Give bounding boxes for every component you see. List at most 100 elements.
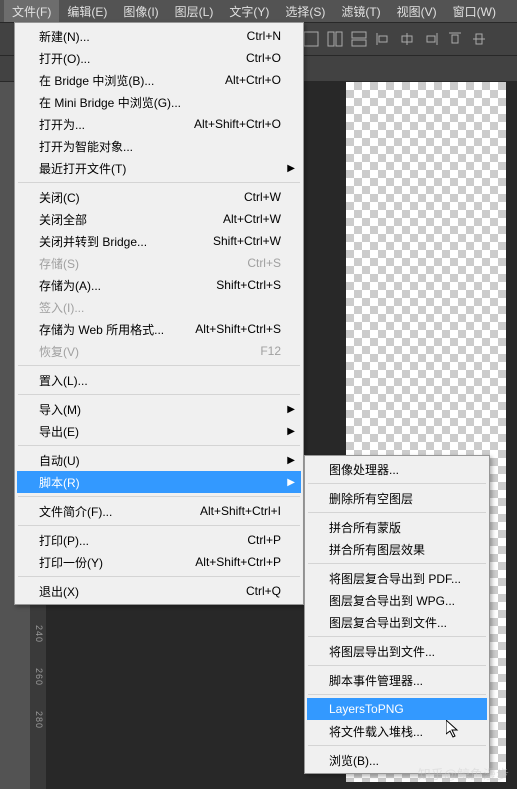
menu-item-label: 关闭全部 <box>39 211 223 228</box>
menu-separator <box>18 496 300 497</box>
scripts_menu-item[interactable]: 删除所有空图层 <box>307 487 487 509</box>
file_menu-item: 恢复(V)F12 <box>17 340 301 362</box>
file_menu-item[interactable]: 在 Mini Bridge 中浏览(G)... <box>17 91 301 113</box>
arrange-icon-2[interactable] <box>324 28 346 50</box>
file_menu-item[interactable]: 导入(M)▶ <box>17 398 301 420</box>
file_menu-item[interactable]: 打开为智能对象... <box>17 135 301 157</box>
menu-item-shortcut: Ctrl+P <box>247 533 281 547</box>
menu-item-label: 关闭(C) <box>39 189 244 206</box>
submenu-arrow-icon: ▶ <box>287 163 295 174</box>
menu-item-label: 在 Bridge 中浏览(B)... <box>39 72 225 89</box>
menu-item-label: 打印一份(Y) <box>39 554 195 571</box>
arrange-icon-3[interactable] <box>348 28 370 50</box>
submenu-arrow-icon: ▶ <box>287 426 295 437</box>
menu-separator <box>308 665 486 666</box>
menu-item-label: 打印(P)... <box>39 532 247 549</box>
menu-separator <box>308 636 486 637</box>
file_menu-item[interactable]: 打开(O)...Ctrl+O <box>17 47 301 69</box>
scripts_menu-item[interactable]: LayersToPNG <box>307 698 487 720</box>
menu-item-label: 文件简介(F)... <box>39 503 200 520</box>
menu-item-shortcut: Alt+Ctrl+W <box>223 212 281 226</box>
align-middle-icon[interactable] <box>468 28 490 50</box>
scripts_menu-item[interactable]: 图层复合导出到 WPG... <box>307 589 487 611</box>
menu-item-shortcut: F12 <box>260 344 281 358</box>
menu-item-shortcut: Ctrl+S <box>247 256 281 270</box>
file_menu-item[interactable]: 存储为(A)...Shift+Ctrl+S <box>17 274 301 296</box>
file_menu-item[interactable]: 打印(P)...Ctrl+P <box>17 529 301 551</box>
menu-item-label: 打开为智能对象... <box>39 138 281 155</box>
scripts_menu-item[interactable]: 图层复合导出到文件... <box>307 611 487 633</box>
menu-item-shortcut: Ctrl+O <box>246 51 281 65</box>
menu-layer[interactable]: 图层(L) <box>167 0 222 23</box>
menu-item-label: 图层复合导出到 WPG... <box>329 592 467 609</box>
ruler-tick: 280 <box>34 711 44 729</box>
align-center-icon[interactable] <box>396 28 418 50</box>
file_menu-item[interactable]: 置入(L)... <box>17 369 301 391</box>
file_menu-item[interactable]: 退出(X)Ctrl+Q <box>17 580 301 602</box>
ruler-tick: 260 <box>34 668 44 686</box>
file_menu-item[interactable]: 打开为...Alt+Shift+Ctrl+O <box>17 113 301 135</box>
menu-item-label: 最近打开文件(T) <box>39 160 281 177</box>
file_menu-item[interactable]: 关闭全部Alt+Ctrl+W <box>17 208 301 230</box>
scripts_menu-item[interactable]: 拼合所有图层效果 <box>307 538 487 560</box>
watermark: 知乎@鲸鱼漫步 <box>418 764 509 783</box>
file_menu-item[interactable]: 新建(N)...Ctrl+N <box>17 25 301 47</box>
ruler-tick: 240 <box>34 625 44 643</box>
menu-item-label: 脚本(R) <box>39 474 281 491</box>
scripts_menu-item[interactable]: 将图层复合导出到 PDF... <box>307 567 487 589</box>
align-right-icon[interactable] <box>420 28 442 50</box>
menu-separator <box>308 512 486 513</box>
menu-item-label: 拼合所有蒙版 <box>329 519 467 536</box>
menu-image[interactable]: 图像(I) <box>115 0 166 23</box>
menu-separator <box>308 563 486 564</box>
submenu-arrow-icon: ▶ <box>287 404 295 415</box>
scripts_menu-item[interactable]: 将文件载入堆栈... <box>307 720 487 742</box>
menu-item-label: 将文件载入堆栈... <box>329 723 467 740</box>
align-left-icon[interactable] <box>372 28 394 50</box>
menu-item-label: 图层复合导出到文件... <box>329 614 467 631</box>
menu-item-label: 恢复(V) <box>39 343 260 360</box>
menu-item-label: 打开为... <box>39 116 194 133</box>
menu-item-shortcut: Ctrl+Q <box>246 584 281 598</box>
menu-item-label: 存储为 Web 所用格式... <box>39 321 195 338</box>
scripts_menu-item[interactable]: 将图层导出到文件... <box>307 640 487 662</box>
file_menu-item[interactable]: 关闭并转到 Bridge...Shift+Ctrl+W <box>17 230 301 252</box>
menu-item-shortcut: Shift+Ctrl+S <box>216 278 281 292</box>
menu-separator <box>18 394 300 395</box>
menu-item-label: 自动(U) <box>39 452 281 469</box>
menu-item-label: 签入(I)... <box>39 299 281 316</box>
menubar: 文件(F) 编辑(E) 图像(I) 图层(L) 文字(Y) 选择(S) 滤镜(T… <box>0 0 517 22</box>
file_menu-item[interactable]: 自动(U)▶ <box>17 449 301 471</box>
menu-item-shortcut: Alt+Shift+Ctrl+O <box>194 117 281 131</box>
scripts_menu-item[interactable]: 脚本事件管理器... <box>307 669 487 691</box>
menu-item-label: LayersToPNG <box>329 702 467 716</box>
scripts_menu-item[interactable]: 图像处理器... <box>307 458 487 480</box>
menu-item-shortcut: Ctrl+W <box>244 190 281 204</box>
menu-item-label: 将图层复合导出到 PDF... <box>329 570 467 587</box>
menu-file[interactable]: 文件(F) <box>4 0 59 23</box>
menu-window[interactable]: 窗口(W) <box>445 0 504 23</box>
file_menu-item[interactable]: 打印一份(Y)Alt+Shift+Ctrl+P <box>17 551 301 573</box>
menu-separator <box>308 483 486 484</box>
menu-view[interactable]: 视图(V) <box>389 0 445 23</box>
menu-item-label: 将图层导出到文件... <box>329 643 467 660</box>
menu-item-label: 脚本事件管理器... <box>329 672 467 689</box>
file_menu-item[interactable]: 导出(E)▶ <box>17 420 301 442</box>
menu-edit[interactable]: 编辑(E) <box>59 0 115 23</box>
menu-item-label: 删除所有空图层 <box>329 490 467 507</box>
scripts-dropdown: 图像处理器... 删除所有空图层拼合所有蒙版拼合所有图层效果将图层复合导出到 PD… <box>304 455 490 774</box>
menu-item-label: 关闭并转到 Bridge... <box>39 233 213 250</box>
file_menu-item[interactable]: 文件简介(F)...Alt+Shift+Ctrl+I <box>17 500 301 522</box>
file_menu-item[interactable]: 存储为 Web 所用格式...Alt+Shift+Ctrl+S <box>17 318 301 340</box>
menu-item-label: 退出(X) <box>39 583 246 600</box>
menu-separator <box>18 445 300 446</box>
align-top-icon[interactable] <box>444 28 466 50</box>
file_menu-item[interactable]: 最近打开文件(T) ▶ <box>17 157 301 179</box>
menu-select[interactable]: 选择(S) <box>277 0 333 23</box>
menu-filter[interactable]: 滤镜(T) <box>333 0 388 23</box>
file_menu-item[interactable]: 关闭(C)Ctrl+W <box>17 186 301 208</box>
menu-type[interactable]: 文字(Y) <box>221 0 277 23</box>
file_menu-item[interactable]: 在 Bridge 中浏览(B)...Alt+Ctrl+O <box>17 69 301 91</box>
scripts_menu-item[interactable]: 拼合所有蒙版 <box>307 516 487 538</box>
file_menu-item[interactable]: 脚本(R)▶ <box>17 471 301 493</box>
